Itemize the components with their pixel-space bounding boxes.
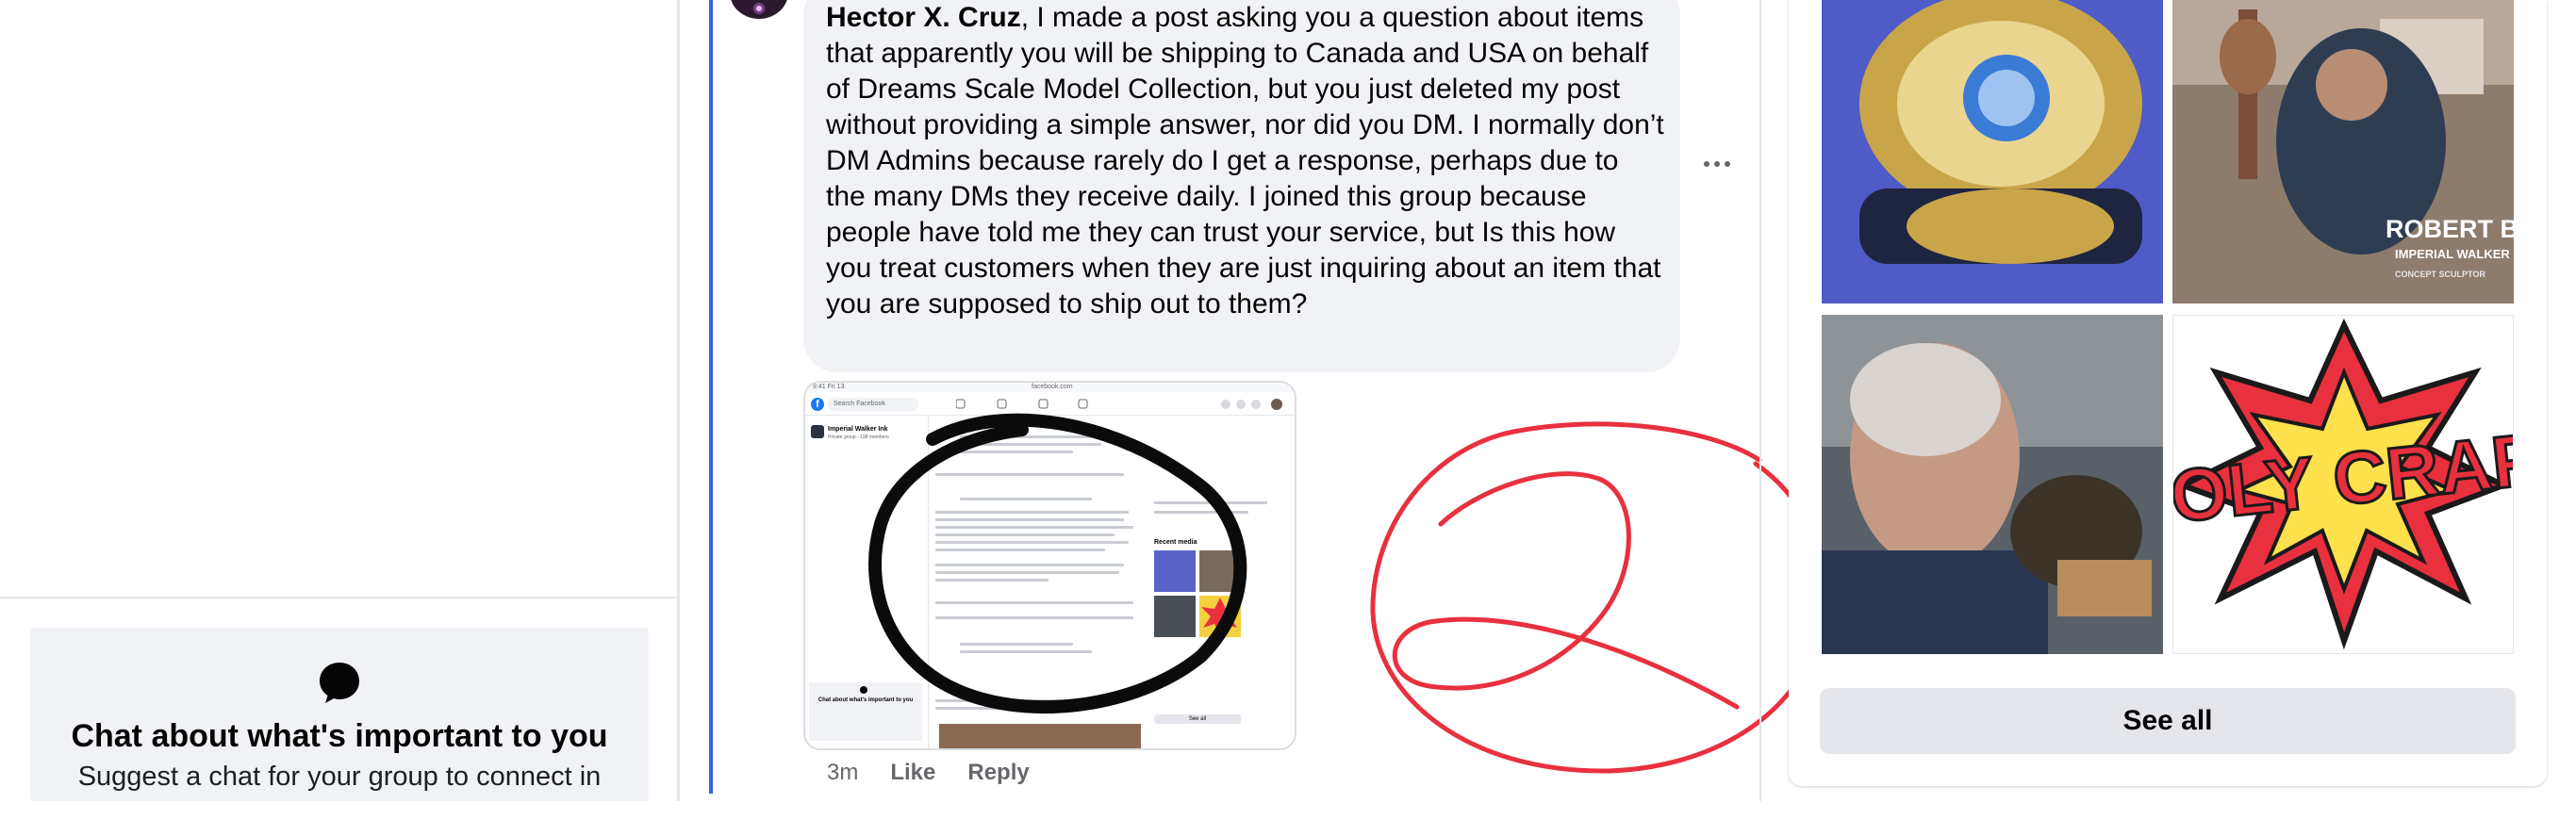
reply-button[interactable]: Reply — [967, 760, 1029, 786]
see-all-button[interactable]: See all — [1820, 688, 2516, 754]
thread-reply-line — [709, 0, 713, 794]
comment-actions: 3m Like Reply — [827, 757, 1030, 789]
comment-text: , I made a post asking you a question ab… — [826, 2, 1664, 320]
holy-crap-graphic[interactable]: HOLY CRAP! — [2172, 315, 2514, 654]
like-button[interactable]: Like — [890, 760, 935, 786]
comment-author-link[interactable]: Hector X. Cruz — [826, 2, 1021, 33]
sidebar-divider — [0, 597, 677, 598]
sculptor-caption-extra: CONCEPT SCULPTOR — [2395, 270, 2485, 279]
sculptor-caption-role: IMPERIAL WALKER IN — [2395, 247, 2514, 261]
attached-screenshot[interactable]: 9:41 Fri 13 facebook.com f Search Facebo… — [803, 381, 1296, 750]
more-dots-icon — [1704, 161, 1730, 167]
championship-belt-photo[interactable] — [1822, 0, 2163, 303]
chat-promo-title: Chat about what's important to you — [71, 718, 608, 754]
sculptor-caption-name: ROBERT BARI — [2386, 215, 2514, 243]
sculptor-closeup-photo[interactable] — [1822, 315, 2163, 654]
sculptor-at-work-photo[interactable]: ROBERT BARI IMPERIAL WALKER IN CONCEPT S… — [2172, 0, 2514, 303]
comment-timestamp[interactable]: 3m — [827, 760, 858, 786]
chat-promo-subtitle: Suggest a chat for your group to connect… — [77, 762, 602, 792]
comment-body: Hector X. Cruz, I made a post asking you… — [826, 0, 1665, 322]
feed-right-border — [1759, 0, 1761, 801]
chat-bubble-icon — [320, 663, 359, 703]
red-scribble-annotation — [1370, 421, 1826, 774]
screenshot-black-circle-annotation — [868, 413, 1247, 714]
chat-suggestion-card[interactable]: Chat about what's important to you Sugge… — [30, 628, 649, 801]
more-options-button[interactable] — [1693, 147, 1741, 181]
